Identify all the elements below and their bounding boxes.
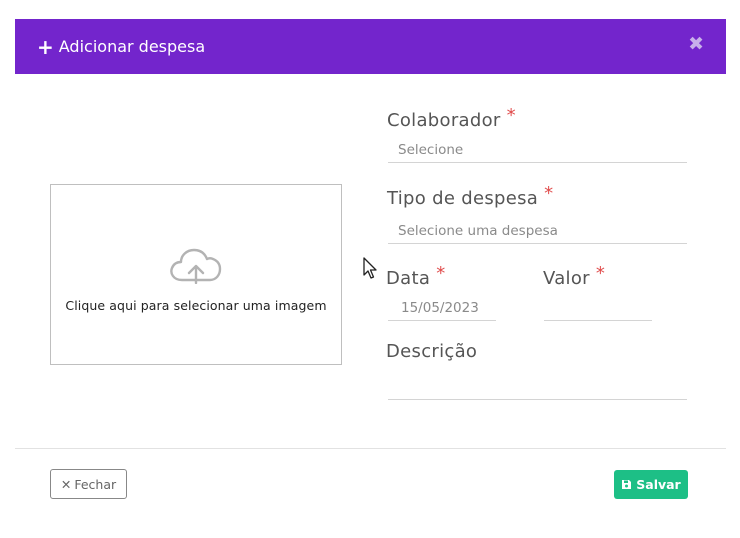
plus-icon: + xyxy=(37,34,54,59)
close-button[interactable]: ✕ Fechar xyxy=(50,469,127,499)
colaborador-label: Colaborador * xyxy=(387,105,516,131)
colaborador-select[interactable] xyxy=(388,137,687,163)
colaborador-label-text: Colaborador xyxy=(387,110,501,131)
close-button-label: Fechar xyxy=(74,476,117,492)
valor-label: Valor * xyxy=(543,263,605,289)
required-mark: * xyxy=(544,183,554,204)
save-button-label: Salvar xyxy=(636,477,681,492)
modal-header: + Adicionar despesa ✖ xyxy=(15,19,726,74)
descricao-input[interactable] xyxy=(388,374,687,400)
mouse-cursor-icon xyxy=(363,257,377,279)
upload-instruction: Clique aqui para selecionar uma imagem xyxy=(65,298,327,313)
image-upload-area[interactable]: Clique aqui para selecionar uma imagem xyxy=(50,184,342,365)
tipo-despesa-select[interactable] xyxy=(388,218,687,244)
close-icon[interactable]: ✖ xyxy=(688,35,704,54)
tipo-despesa-label-text: Tipo de despesa xyxy=(387,188,539,209)
valor-input[interactable] xyxy=(544,295,652,321)
modal-title: Adicionar despesa xyxy=(58,37,206,56)
valor-label-text: Valor xyxy=(543,268,590,289)
floppy-disk-icon xyxy=(622,480,632,489)
required-mark: * xyxy=(506,105,516,126)
data-label: Data * xyxy=(386,263,446,289)
close-icon: ✕ xyxy=(60,476,72,492)
footer-divider xyxy=(15,448,726,449)
cloud-upload-icon xyxy=(170,248,222,284)
save-button[interactable]: Salvar xyxy=(614,470,688,499)
data-label-text: Data xyxy=(386,268,431,289)
required-mark: * xyxy=(436,263,446,284)
tipo-despesa-label: Tipo de despesa * xyxy=(387,183,553,209)
descricao-label-text: Descrição xyxy=(386,341,478,362)
required-mark: * xyxy=(595,263,606,284)
data-input[interactable] xyxy=(388,295,496,321)
descricao-label: Descrição xyxy=(386,341,477,362)
